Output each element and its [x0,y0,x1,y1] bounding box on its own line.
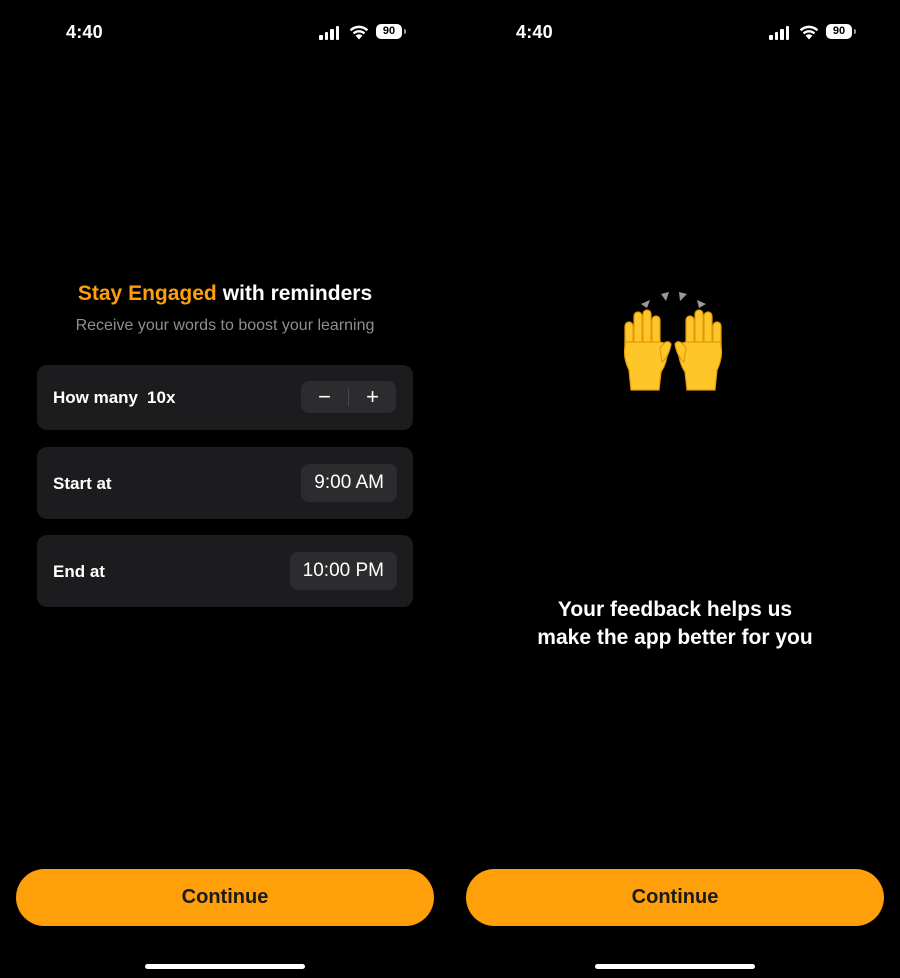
feedback-line-1: Your feedback helps us [557,598,793,621]
quantity-stepper: − + [301,381,396,413]
status-time: 4:40 [66,22,103,42]
reminders-screen: 4:40 90 Stay Engaged with reminders Recei… [0,0,450,978]
feedback-message: Your feedback helps us make the app bett… [450,596,900,652]
continue-button[interactable]: Continue [466,869,884,926]
raising-hands-emoji-icon [623,292,723,391]
end-time-picker[interactable]: 10:00 PM [289,552,397,590]
wifi-icon [349,25,369,40]
start-time-picker[interactable]: 9:00 AM [301,464,397,502]
continue-button[interactable]: Continue [16,869,434,926]
home-indicator[interactable] [595,964,755,969]
start-at-label: Start at [53,474,112,493]
page-title: Stay Engaged with reminders [0,282,450,306]
title-accent: Stay Engaged [77,282,217,305]
cellular-signal-icon [769,26,789,40]
status-bar: 4:40 90 [450,0,900,60]
status-time: 4:40 [516,22,553,42]
how-many-row: How many 10x − + [37,365,413,430]
battery-icon: 90 [376,24,402,39]
battery-icon: 90 [826,24,852,39]
title-rest: with reminders [222,282,373,305]
home-indicator[interactable] [145,964,305,969]
feedback-line-2: make the app better for you [537,626,813,649]
start-time-row: Start at 9:00 AM [37,447,413,519]
decrement-button[interactable]: − [301,381,348,413]
page-subtitle: Receive your words to boost your learnin… [75,317,375,334]
feedback-screen: 4:40 90 Your feedback helps us make the … [450,0,900,978]
end-at-label: End at [53,562,105,581]
how-many-text: How many [53,388,139,407]
battery-cap [404,29,406,34]
battery-cap [854,29,856,34]
how-many-label: How many 10x [53,388,175,408]
cellular-signal-icon [319,26,339,40]
status-bar: 4:40 90 [0,0,450,60]
how-many-value: 10x [147,388,176,407]
increment-button[interactable]: + [349,381,396,413]
end-time-row: End at 10:00 PM [37,535,413,607]
wifi-icon [799,25,819,40]
